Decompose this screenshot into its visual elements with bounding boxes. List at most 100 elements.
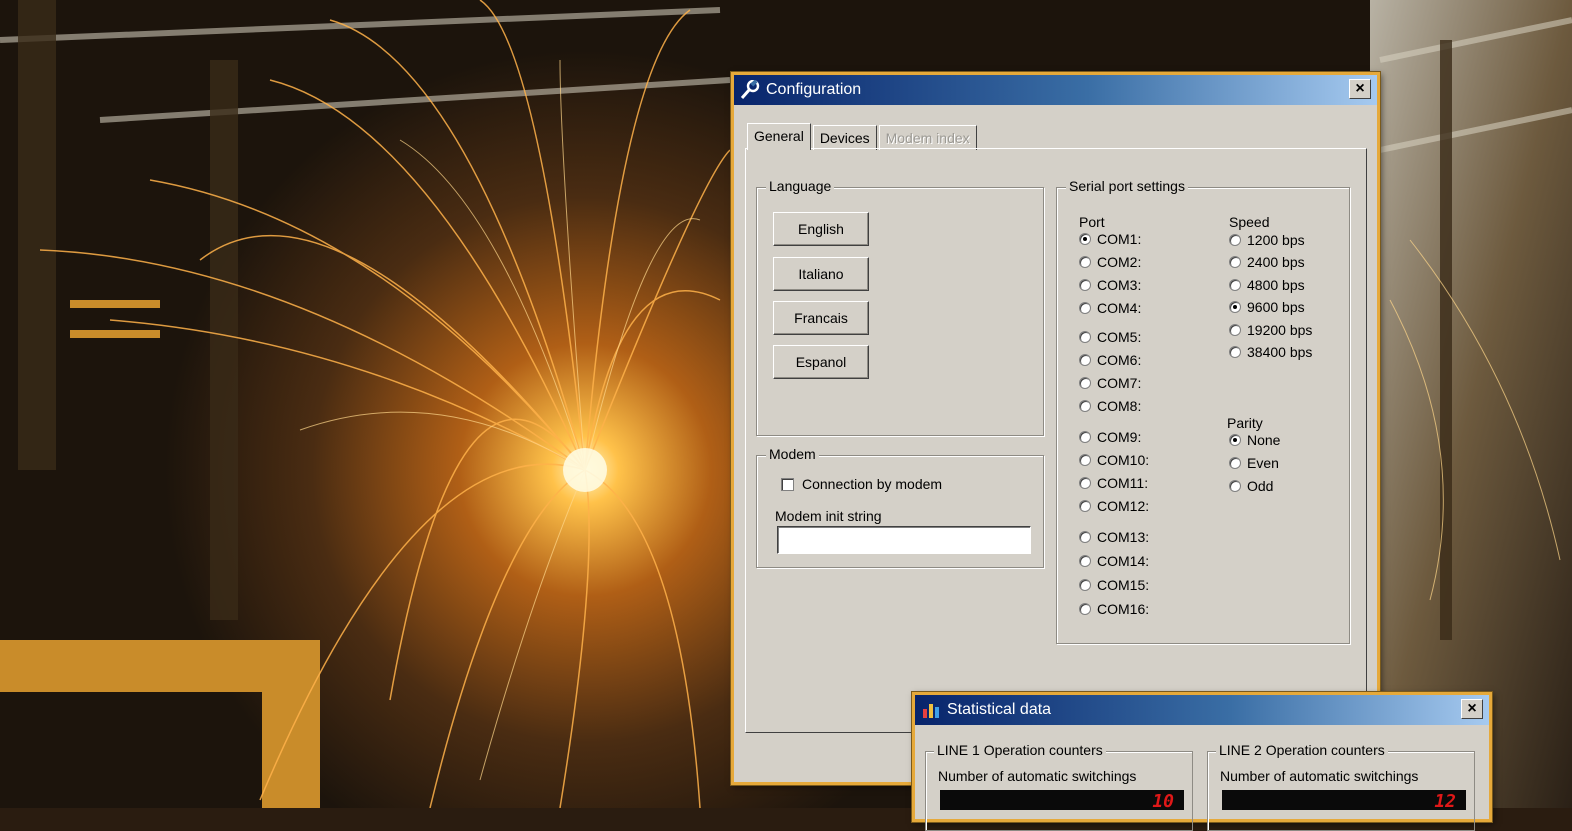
radio-parity-even[interactable]: Even xyxy=(1229,455,1279,471)
italiano-button[interactable]: Italiano xyxy=(773,257,869,291)
radio-port-com6[interactable]: COM6: xyxy=(1079,352,1141,368)
radio-indicator[interactable] xyxy=(1079,431,1091,443)
radio-parity-odd[interactable]: Odd xyxy=(1229,478,1273,494)
radio-speed-9600[interactable]: 9600 bps xyxy=(1229,299,1305,315)
radio-port-com9[interactable]: COM9: xyxy=(1079,429,1141,445)
radio-label: COM2: xyxy=(1097,254,1142,270)
radio-port-com13[interactable]: COM13: xyxy=(1079,529,1149,545)
radio-indicator[interactable] xyxy=(1079,302,1091,314)
radio-speed-38400[interactable]: 38400 bps xyxy=(1229,344,1312,360)
radio-label: COM15: xyxy=(1097,577,1150,593)
radio-indicator[interactable] xyxy=(1229,256,1241,269)
radio-label: COM4: xyxy=(1097,300,1142,316)
radio-port-com14[interactable]: COM14: xyxy=(1079,553,1149,569)
configuration-title: Configuration xyxy=(766,81,862,98)
radio-label: COM7: xyxy=(1097,375,1142,391)
radio-port-com10[interactable]: COM10: xyxy=(1079,452,1149,468)
radio-port-com8[interactable]: COM8: xyxy=(1079,398,1141,414)
radio-indicator[interactable] xyxy=(1079,500,1091,512)
radio-indicator[interactable] xyxy=(1229,323,1241,336)
radio-label: 38400 bps xyxy=(1247,344,1313,360)
radio-indicator[interactable] xyxy=(1229,346,1241,358)
radio-label: COM16: xyxy=(1097,601,1150,617)
language-legend: Language xyxy=(766,178,835,194)
radio-label: 2400 bps xyxy=(1247,254,1305,271)
tab-strip: General Devices Modem index xyxy=(747,123,979,150)
serial-legend: Serial port settings xyxy=(1066,178,1188,194)
radio-indicator[interactable] xyxy=(1229,301,1241,314)
general-tab-panel: Language English Italiano Francais Espan… xyxy=(745,148,1367,733)
radio-port-com11[interactable]: COM11: xyxy=(1079,475,1148,491)
radio-indicator[interactable] xyxy=(1079,579,1091,591)
radio-indicator[interactable] xyxy=(1079,233,1091,245)
configuration-titlebar[interactable]: Configuration × xyxy=(734,75,1377,105)
checkbox-label: Connection by modem xyxy=(802,476,943,492)
language-group: Language English Italiano Francais Espan… xyxy=(756,178,1044,436)
radio-port-com16[interactable]: COM16: xyxy=(1079,601,1149,617)
radio-indicator[interactable] xyxy=(1079,400,1091,412)
francais-button[interactable]: Francais xyxy=(773,301,869,335)
radio-port-com12[interactable]: COM12: xyxy=(1079,498,1149,514)
line1-counters-group: LINE 1 Operation counters Number of auto… xyxy=(925,742,1193,831)
radio-parity-none[interactable]: None xyxy=(1229,432,1280,448)
english-button[interactable]: English xyxy=(773,212,869,246)
close-icon: × xyxy=(1355,80,1365,97)
radio-speed-2400[interactable]: 2400 bps xyxy=(1229,254,1305,270)
radio-label: COM3: xyxy=(1097,277,1142,293)
radio-port-com5[interactable]: COM5: xyxy=(1079,329,1141,345)
tab-modem-index: Modem index xyxy=(878,125,977,150)
radio-indicator[interactable] xyxy=(1079,256,1091,268)
radio-indicator[interactable] xyxy=(1079,555,1091,567)
checkbox-box[interactable] xyxy=(781,477,794,491)
radio-label: COM9: xyxy=(1097,429,1142,445)
radio-label: COM10: xyxy=(1097,452,1150,468)
radio-port-com3[interactable]: COM3: xyxy=(1079,277,1141,293)
radio-port-com7[interactable]: COM7: xyxy=(1079,375,1141,391)
radio-indicator[interactable] xyxy=(1229,434,1241,446)
radio-label: COM11: xyxy=(1097,475,1149,491)
radio-indicator[interactable] xyxy=(1229,480,1241,492)
close-icon: × xyxy=(1467,700,1477,717)
radio-label: 9600 bps xyxy=(1247,299,1305,316)
radio-label: Odd xyxy=(1247,478,1274,494)
configuration-window: Configuration × General Devices Modem in… xyxy=(731,72,1380,785)
radio-speed-4800[interactable]: 4800 bps xyxy=(1229,277,1305,293)
radio-port-com2[interactable]: COM2: xyxy=(1079,254,1141,270)
port-label: Port xyxy=(1079,214,1105,230)
radio-port-com4[interactable]: COM4: xyxy=(1079,300,1141,316)
radio-indicator[interactable] xyxy=(1079,331,1091,343)
close-button[interactable]: × xyxy=(1461,699,1483,719)
radio-port-com15[interactable]: COM15: xyxy=(1079,577,1149,593)
speed-label: Speed xyxy=(1229,214,1270,230)
line1-counter-display: 10 xyxy=(940,790,1184,812)
line1-legend: LINE 1 Operation counters xyxy=(934,742,1106,758)
connection-by-modem-checkbox[interactable]: Connection by modem xyxy=(781,476,942,492)
radio-label: COM8: xyxy=(1097,398,1142,414)
radio-indicator[interactable] xyxy=(1079,377,1091,389)
radio-indicator[interactable] xyxy=(1079,603,1091,615)
radio-indicator[interactable] xyxy=(1229,234,1241,246)
radio-speed-1200[interactable]: 1200 bps xyxy=(1229,232,1305,248)
radio-indicator[interactable] xyxy=(1229,457,1241,469)
radio-indicator[interactable] xyxy=(1079,454,1091,466)
statistical-data-title: Statistical data xyxy=(947,701,1052,718)
tab-devices[interactable]: Devices xyxy=(812,125,877,150)
tab-general[interactable]: General xyxy=(747,123,811,150)
radio-label: COM5: xyxy=(1097,329,1142,345)
line2-counters-group: LINE 2 Operation counters Number of auto… xyxy=(1207,742,1475,831)
espanol-button[interactable]: Espanol xyxy=(773,345,869,379)
radio-label: Even xyxy=(1247,455,1279,471)
radio-label: None xyxy=(1247,432,1281,448)
radio-indicator[interactable] xyxy=(1079,279,1091,291)
radio-indicator[interactable] xyxy=(1079,354,1091,366)
radio-speed-19200[interactable]: 19200 bps xyxy=(1229,322,1312,338)
close-button[interactable]: × xyxy=(1349,79,1371,99)
radio-indicator[interactable] xyxy=(1079,531,1091,543)
radio-indicator[interactable] xyxy=(1079,477,1091,489)
modem-init-input[interactable] xyxy=(777,526,1031,554)
statistical-data-titlebar[interactable]: Statistical data × xyxy=(915,695,1489,725)
serial-port-group: Serial port settings Port COM1: COM2: COM3… xyxy=(1056,178,1350,644)
radio-indicator[interactable] xyxy=(1229,278,1241,291)
radio-port-com1[interactable]: COM1: xyxy=(1079,231,1141,247)
parity-label: Parity xyxy=(1227,415,1263,431)
